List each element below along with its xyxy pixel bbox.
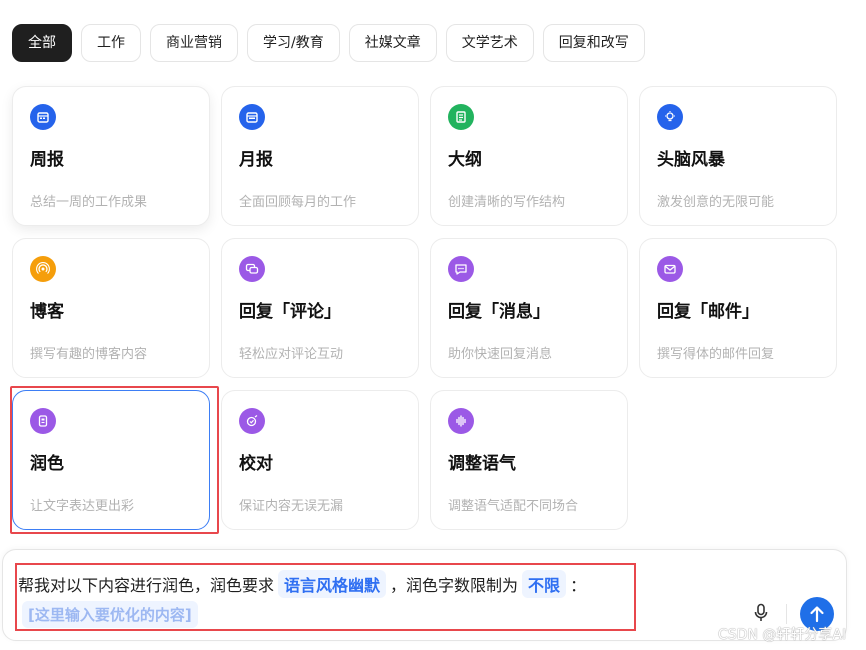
card-proofread[interactable]: 校对 保证内容无误无漏 (221, 390, 419, 530)
tab-literature[interactable]: 文学艺术 (445, 24, 534, 62)
card-desc: 撰写得体的邮件回复 (657, 347, 775, 362)
card-desc: 全面回顾每月的工作 (239, 195, 357, 210)
tab-social[interactable]: 社媒文章 (348, 24, 437, 62)
card-desc: 激发创意的无限可能 (657, 195, 775, 210)
card-title: 头脑风暴 (657, 150, 725, 170)
card-monthly-report[interactable]: 月报 全面回顾每月的工作 (221, 86, 419, 226)
card-adjust-tone[interactable]: 调整语气 调整语气适配不同场合 (430, 390, 628, 530)
card-desc: 创建清晰的写作结构 (448, 195, 566, 210)
card-title: 博客 (30, 302, 64, 322)
card-polish[interactable]: 润色 让文字表达更出彩 (12, 390, 210, 530)
watermark-text: CSDN @轩轩分享AI (718, 627, 847, 643)
message-icon (448, 256, 474, 282)
comment-icon (239, 256, 265, 282)
calendar-icon (239, 104, 265, 130)
toolbar-divider (786, 604, 787, 624)
style-chip[interactable]: 语言风格幽默 (278, 570, 387, 598)
card-title: 调整语气 (448, 454, 516, 474)
card-title: 回复「消息」 (448, 302, 550, 322)
card-reply-mail[interactable]: 回复「邮件」 撰写得体的邮件回复 (639, 238, 837, 378)
tab-all[interactable]: 全部 (12, 24, 72, 62)
broadcast-icon (30, 256, 56, 282)
card-brainstorm[interactable]: 头脑风暴 激发创意的无限可能 (639, 86, 837, 226)
calendar-icon (30, 104, 56, 130)
prompt-prefix: 帮我对以下内容进行润色，润色要求 (18, 576, 275, 595)
card-title: 月报 (239, 150, 273, 170)
proofread-icon (239, 408, 265, 434)
card-title: 大纲 (448, 150, 482, 170)
content-placeholder-chip[interactable]: [这里输入要优化的内容] (22, 601, 198, 628)
card-outline[interactable]: 大纲 创建清晰的写作结构 (430, 86, 628, 226)
card-title: 校对 (239, 454, 273, 474)
microphone-icon[interactable] (750, 602, 772, 624)
template-grid: 周报 总结一周的工作成果 月报 全面回顾每月的工作 大纲 创建清晰的写作结构 头… (12, 86, 837, 530)
card-reply-message[interactable]: 回复「消息」 助你快速回复消息 (430, 238, 628, 378)
prompt-text-line[interactable]: 帮我对以下内容进行润色，润色要求 语言风格幽默 ，润色字数限制为 不限 ： (18, 570, 586, 598)
tab-education[interactable]: 学习/教育 (247, 24, 340, 62)
soundwave-icon (448, 408, 474, 434)
category-tabs: 全部 工作 商业营销 学习/教育 社媒文章 文学艺术 回复和改写 (12, 24, 645, 62)
card-desc: 调整语气适配不同场合 (448, 499, 579, 514)
tab-marketing[interactable]: 商业营销 (150, 24, 238, 62)
prompt-suffix: ： (570, 576, 587, 595)
card-blog[interactable]: 博客 撰写有趣的博客内容 (12, 238, 210, 378)
card-title: 回复「邮件」 (657, 302, 759, 322)
mail-icon (657, 256, 683, 282)
card-title: 周报 (30, 150, 64, 170)
card-desc: 撰写有趣的博客内容 (30, 347, 148, 362)
polish-icon (30, 408, 56, 434)
tab-reply-rewrite[interactable]: 回复和改写 (542, 24, 645, 62)
card-desc: 总结一周的工作成果 (30, 195, 148, 210)
prompt-middle: ，润色字数限制为 (390, 576, 519, 595)
card-title: 回复「评论」 (239, 302, 341, 322)
card-title: 润色 (30, 454, 64, 474)
card-desc: 保证内容无误无漏 (239, 499, 344, 514)
tab-work[interactable]: 工作 (81, 24, 141, 62)
card-reply-comment[interactable]: 回复「评论」 轻松应对评论互动 (221, 238, 419, 378)
card-desc: 助你快速回复消息 (448, 347, 553, 362)
card-desc: 轻松应对评论互动 (239, 347, 344, 362)
card-desc: 让文字表达更出彩 (30, 499, 135, 514)
outline-icon (448, 104, 474, 130)
card-weekly-report[interactable]: 周报 总结一周的工作成果 (12, 86, 210, 226)
arrow-up-icon (810, 606, 824, 623)
lightbulb-icon (657, 104, 683, 130)
word-limit-chip[interactable]: 不限 (522, 570, 567, 598)
